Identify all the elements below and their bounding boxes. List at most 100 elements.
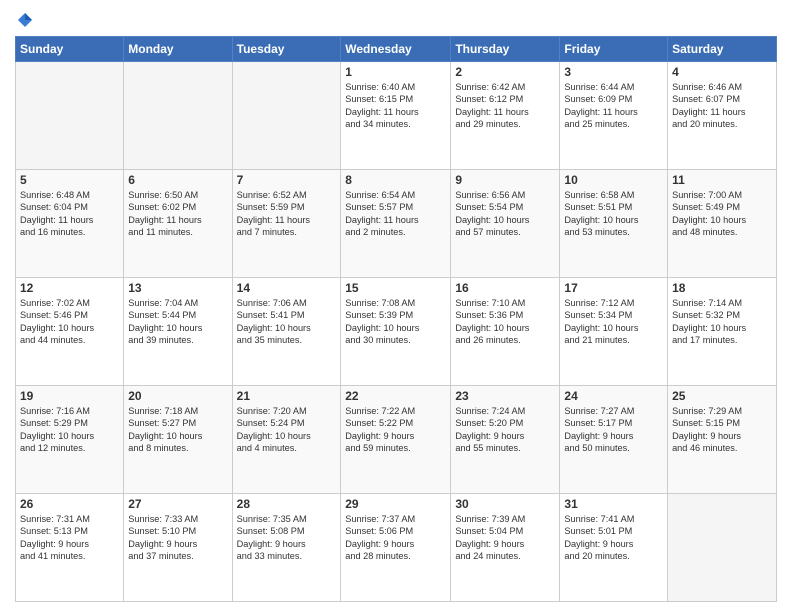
calendar-cell: 17 Sunrise: 7:12 AM Sunset: 5:34 PM Dayli… <box>560 277 668 385</box>
logo <box>15 10 34 28</box>
calendar-page: SundayMondayTuesdayWednesdayThursdayFrid… <box>0 0 792 612</box>
calendar-cell: 29 Sunrise: 7:37 AM Sunset: 5:06 PM Dayli… <box>341 493 451 601</box>
cell-info: Sunrise: 7:16 AM Sunset: 5:29 PM Dayligh… <box>20 405 119 455</box>
week-row-5: 26 Sunrise: 7:31 AM Sunset: 5:13 PM Dayli… <box>16 493 777 601</box>
cell-info: Sunrise: 6:50 AM Sunset: 6:02 PM Dayligh… <box>128 189 227 239</box>
cell-info: Sunrise: 7:12 AM Sunset: 5:34 PM Dayligh… <box>564 297 663 347</box>
day-number: 10 <box>564 173 663 187</box>
calendar-cell: 5 Sunrise: 6:48 AM Sunset: 6:04 PM Daylig… <box>16 169 124 277</box>
day-number: 17 <box>564 281 663 295</box>
calendar-cell: 3 Sunrise: 6:44 AM Sunset: 6:09 PM Daylig… <box>560 61 668 169</box>
cell-info: Sunrise: 7:29 AM Sunset: 5:15 PM Dayligh… <box>672 405 772 455</box>
cell-info: Sunrise: 6:54 AM Sunset: 5:57 PM Dayligh… <box>345 189 446 239</box>
cell-info: Sunrise: 7:24 AM Sunset: 5:20 PM Dayligh… <box>455 405 555 455</box>
calendar-cell: 24Sunrise: 7:27 AM Sunset: 5:17 PM Dayli… <box>560 385 668 493</box>
weekday-friday: Friday <box>560 36 668 61</box>
calendar-cell <box>232 61 341 169</box>
calendar-cell: 28 Sunrise: 7:35 AM Sunset: 5:08 PM Dayli… <box>232 493 341 601</box>
day-number: 19 <box>20 389 119 403</box>
cell-info: Sunrise: 7:04 AM Sunset: 5:44 PM Dayligh… <box>128 297 227 347</box>
calendar-table: SundayMondayTuesdayWednesdayThursdayFrid… <box>15 36 777 602</box>
calendar-cell: 23 Sunrise: 7:24 AM Sunset: 5:20 PM Dayli… <box>451 385 560 493</box>
calendar-cell: 1Sunrise: 6:40 AM Sunset: 6:15 PM Daylig… <box>341 61 451 169</box>
calendar-cell <box>124 61 232 169</box>
day-number: 22 <box>345 389 446 403</box>
calendar-cell: 21 Sunrise: 7:20 AM Sunset: 5:24 PM Dayli… <box>232 385 341 493</box>
cell-info: Sunrise: 7:02 AM Sunset: 5:46 PM Dayligh… <box>20 297 119 347</box>
day-number: 25 <box>672 389 772 403</box>
calendar-cell: 18 Sunrise: 7:14 AM Sunset: 5:32 PM Dayli… <box>668 277 777 385</box>
page-header <box>15 10 777 28</box>
day-number: 4 <box>672 65 772 79</box>
day-number: 24 <box>564 389 663 403</box>
cell-info: Sunrise: 7:20 AM Sunset: 5:24 PM Dayligh… <box>237 405 337 455</box>
day-number: 11 <box>672 173 772 187</box>
week-row-4: 19 Sunrise: 7:16 AM Sunset: 5:29 PM Dayli… <box>16 385 777 493</box>
cell-info: Sunrise: 7:14 AM Sunset: 5:32 PM Dayligh… <box>672 297 772 347</box>
cell-info: Sunrise: 6:46 AM Sunset: 6:07 PM Dayligh… <box>672 81 772 131</box>
day-number: 15 <box>345 281 446 295</box>
calendar-cell: 11 Sunrise: 7:00 AM Sunset: 5:49 PM Dayli… <box>668 169 777 277</box>
calendar-cell: 6 Sunrise: 6:50 AM Sunset: 6:02 PM Daylig… <box>124 169 232 277</box>
cell-info: Sunrise: 7:22 AM Sunset: 5:22 PM Dayligh… <box>345 405 446 455</box>
week-row-1: 1Sunrise: 6:40 AM Sunset: 6:15 PM Daylig… <box>16 61 777 169</box>
calendar-cell: 16 Sunrise: 7:10 AM Sunset: 5:36 PM Dayli… <box>451 277 560 385</box>
calendar-cell: 7 Sunrise: 6:52 AM Sunset: 5:59 PM Daylig… <box>232 169 341 277</box>
week-row-2: 5 Sunrise: 6:48 AM Sunset: 6:04 PM Daylig… <box>16 169 777 277</box>
calendar-cell: 12 Sunrise: 7:02 AM Sunset: 5:46 PM Dayli… <box>16 277 124 385</box>
weekday-saturday: Saturday <box>668 36 777 61</box>
cell-info: Sunrise: 7:37 AM Sunset: 5:06 PM Dayligh… <box>345 513 446 563</box>
day-number: 6 <box>128 173 227 187</box>
cell-info: Sunrise: 6:56 AM Sunset: 5:54 PM Dayligh… <box>455 189 555 239</box>
day-number: 12 <box>20 281 119 295</box>
logo-text <box>15 10 34 30</box>
cell-info: Sunrise: 7:10 AM Sunset: 5:36 PM Dayligh… <box>455 297 555 347</box>
weekday-sunday: Sunday <box>16 36 124 61</box>
cell-info: Sunrise: 7:35 AM Sunset: 5:08 PM Dayligh… <box>237 513 337 563</box>
calendar-cell: 9 Sunrise: 6:56 AM Sunset: 5:54 PM Daylig… <box>451 169 560 277</box>
calendar-cell <box>668 493 777 601</box>
week-row-3: 12 Sunrise: 7:02 AM Sunset: 5:46 PM Dayli… <box>16 277 777 385</box>
cell-info: Sunrise: 6:52 AM Sunset: 5:59 PM Dayligh… <box>237 189 337 239</box>
cell-info: Sunrise: 7:08 AM Sunset: 5:39 PM Dayligh… <box>345 297 446 347</box>
calendar-cell: 30Sunrise: 7:39 AM Sunset: 5:04 PM Dayli… <box>451 493 560 601</box>
calendar-cell: 19 Sunrise: 7:16 AM Sunset: 5:29 PM Dayli… <box>16 385 124 493</box>
cell-info: Sunrise: 7:18 AM Sunset: 5:27 PM Dayligh… <box>128 405 227 455</box>
weekday-header-row: SundayMondayTuesdayWednesdayThursdayFrid… <box>16 36 777 61</box>
logo-icon <box>16 11 34 29</box>
day-number: 18 <box>672 281 772 295</box>
cell-info: Sunrise: 6:40 AM Sunset: 6:15 PM Dayligh… <box>345 81 446 131</box>
day-number: 29 <box>345 497 446 511</box>
day-number: 20 <box>128 389 227 403</box>
day-number: 7 <box>237 173 337 187</box>
day-number: 2 <box>455 65 555 79</box>
day-number: 23 <box>455 389 555 403</box>
calendar-cell: 22 Sunrise: 7:22 AM Sunset: 5:22 PM Dayli… <box>341 385 451 493</box>
day-number: 21 <box>237 389 337 403</box>
cell-info: Sunrise: 7:06 AM Sunset: 5:41 PM Dayligh… <box>237 297 337 347</box>
cell-info: Sunrise: 6:48 AM Sunset: 6:04 PM Dayligh… <box>20 189 119 239</box>
cell-info: Sunrise: 7:00 AM Sunset: 5:49 PM Dayligh… <box>672 189 772 239</box>
cell-info: Sunrise: 7:31 AM Sunset: 5:13 PM Dayligh… <box>20 513 119 563</box>
calendar-cell <box>16 61 124 169</box>
weekday-monday: Monday <box>124 36 232 61</box>
cell-info: Sunrise: 7:41 AM Sunset: 5:01 PM Dayligh… <box>564 513 663 563</box>
day-number: 9 <box>455 173 555 187</box>
day-number: 27 <box>128 497 227 511</box>
cell-info: Sunrise: 6:58 AM Sunset: 5:51 PM Dayligh… <box>564 189 663 239</box>
calendar-cell: 13Sunrise: 7:04 AM Sunset: 5:44 PM Dayli… <box>124 277 232 385</box>
day-number: 28 <box>237 497 337 511</box>
day-number: 26 <box>20 497 119 511</box>
day-number: 16 <box>455 281 555 295</box>
day-number: 5 <box>20 173 119 187</box>
cell-info: Sunrise: 7:33 AM Sunset: 5:10 PM Dayligh… <box>128 513 227 563</box>
day-number: 3 <box>564 65 663 79</box>
day-number: 14 <box>237 281 337 295</box>
calendar-cell: 15 Sunrise: 7:08 AM Sunset: 5:39 PM Dayli… <box>341 277 451 385</box>
weekday-wednesday: Wednesday <box>341 36 451 61</box>
cell-info: Sunrise: 6:44 AM Sunset: 6:09 PM Dayligh… <box>564 81 663 131</box>
calendar-cell: 25 Sunrise: 7:29 AM Sunset: 5:15 PM Dayli… <box>668 385 777 493</box>
day-number: 8 <box>345 173 446 187</box>
calendar-cell: 2Sunrise: 6:42 AM Sunset: 6:12 PM Daylig… <box>451 61 560 169</box>
weekday-tuesday: Tuesday <box>232 36 341 61</box>
